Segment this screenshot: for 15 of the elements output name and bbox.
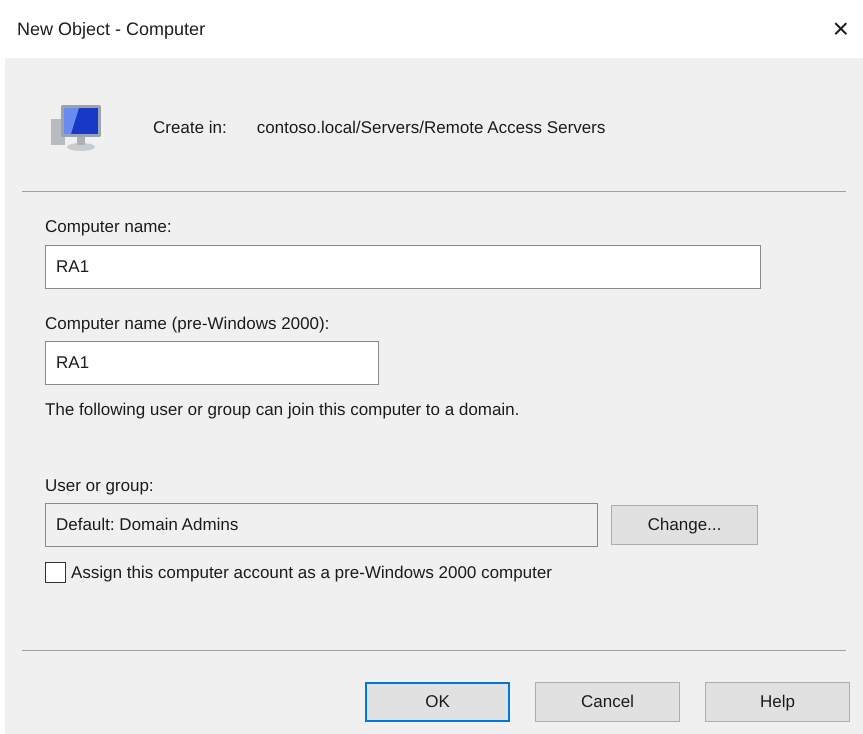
window-title: New Object - Computer [17,18,206,41]
dialog-button[interactable]: OK [365,682,510,722]
user-or-group-label: User or group: [45,474,155,496]
create-in-path: contoso.local/Servers/Remote Access Servers [256,116,606,139]
text-field[interactable]: RA1 [45,341,379,385]
dialog-button[interactable]: Cancel [535,682,680,722]
checkbox-label: Assign this computer account as a pre-Windows 2000 computer [71,562,552,584]
checkbox[interactable] [45,562,66,584]
dialog-button[interactable]: Help [705,682,850,722]
field-label: Computer name: [45,216,173,238]
create-in-label: Create in: [153,116,227,139]
text-field[interactable]: RA1 [45,244,761,288]
field-label: Computer name (pre-Windows 2000): [45,312,330,334]
join-note: The following user or group can join this computer to a domain. [45,399,520,421]
close-button[interactable]: × [832,15,849,43]
